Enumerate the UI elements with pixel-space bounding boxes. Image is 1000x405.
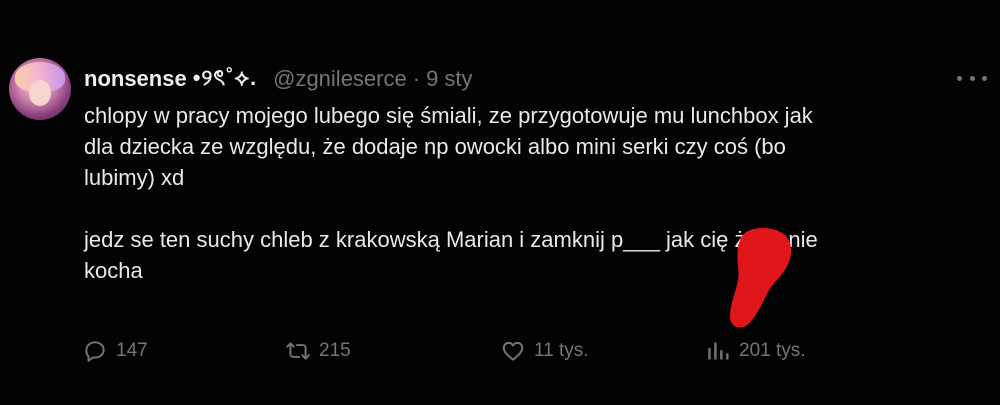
- like-icon: [502, 341, 524, 361]
- reply-count: 147: [116, 340, 148, 361]
- avatar[interactable]: [9, 58, 71, 120]
- more-dot: [982, 75, 987, 81]
- retweet-icon: [286, 342, 310, 360]
- reply-button[interactable]: 147: [82, 336, 148, 366]
- retweet-button[interactable]: 215: [285, 336, 351, 366]
- avatar-face: [29, 80, 51, 106]
- display-name-decoration: •୨ৎ˚⟡.: [192, 64, 258, 90]
- like-button[interactable]: 11 tys.: [500, 336, 589, 366]
- views-button[interactable]: 201 tys.: [705, 336, 806, 366]
- display-name[interactable]: nonsense: [84, 66, 187, 92]
- more-icon[interactable]: [957, 68, 987, 88]
- view-count: 201 tys.: [739, 340, 806, 361]
- tweet-paragraph-2: jedz se ten suchy chleb z krakowską Mari…: [84, 227, 818, 283]
- header-separator: ·: [412, 66, 421, 91]
- tweet-text: chlopy w pracy mojego lubego się śmiali,…: [84, 100, 984, 286]
- more-dot: [969, 75, 975, 81]
- tweet-header: nonsense •୨ৎ˚⟡. @zgnileserce · 9 sty: [84, 64, 473, 94]
- like-count: 11 tys.: [534, 340, 589, 361]
- retweet-count: 215: [319, 340, 351, 361]
- tweet-timestamp[interactable]: 9 sty: [426, 66, 472, 92]
- reply-icon: [85, 341, 105, 362]
- more-dot: [957, 75, 962, 81]
- tweet-actions: 147 215 11 tys. 201 tys.: [80, 336, 940, 366]
- views-icon: [708, 342, 729, 360]
- user-handle[interactable]: @zgnileserce: [273, 66, 407, 92]
- tweet-paragraph-1: chlopy w pracy mojego lubego się śmiali,…: [84, 103, 813, 190]
- tweet-card[interactable]: nonsense •୨ৎ˚⟡. @zgnileserce · 9 sty chl…: [0, 0, 1000, 405]
